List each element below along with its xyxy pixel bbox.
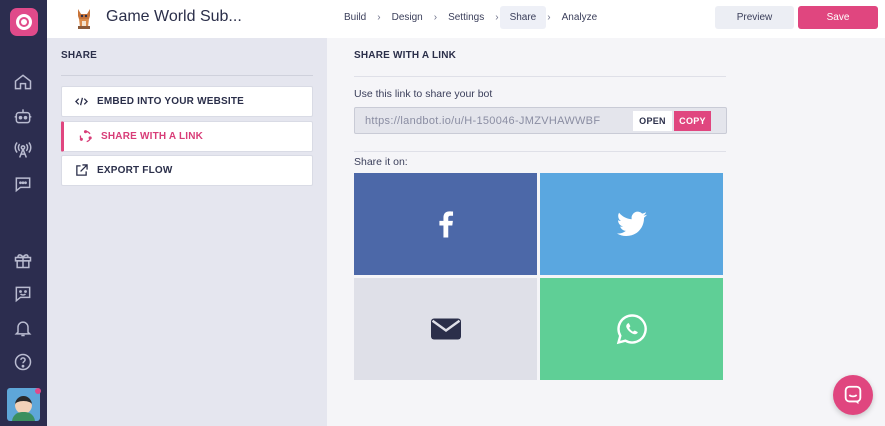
sidebar-item-share-link[interactable]: SHARE WITH A LINK xyxy=(61,121,313,152)
share-whatsapp-button[interactable] xyxy=(540,278,723,380)
bot-icon[interactable] xyxy=(11,104,35,128)
share-link-field: https://landbot.io/u/H-150046-JMZVHAWWBF… xyxy=(354,107,727,134)
preview-button[interactable]: Preview xyxy=(715,6,794,29)
email-icon xyxy=(430,318,461,340)
whatsapp-icon xyxy=(616,314,647,345)
divider xyxy=(354,151,726,152)
copy-button[interactable]: COPY xyxy=(674,111,711,131)
chat-widget-button[interactable] xyxy=(833,375,873,415)
notification-dot xyxy=(35,388,41,394)
share-sidebar: SHARE EMBED INTO YOUR WEBSITE SHARE WITH… xyxy=(47,38,327,426)
gift-icon[interactable] xyxy=(11,248,35,272)
sidebar-item-label: SHARE WITH A LINK xyxy=(101,131,204,142)
facebook-icon xyxy=(438,211,453,238)
home-icon[interactable] xyxy=(11,70,35,94)
share-url-input[interactable]: https://landbot.io/u/H-150046-JMZVHAWWBF xyxy=(365,115,633,127)
sidebar-item-export[interactable]: EXPORT FLOW xyxy=(61,155,313,186)
open-button[interactable]: OPEN xyxy=(633,111,672,131)
top-bar: Game World Sub... Build › Design › Setti… xyxy=(47,0,885,38)
link-label: Use this link to share your bot xyxy=(354,88,493,100)
twitter-icon xyxy=(616,211,647,237)
share-email-button[interactable] xyxy=(354,278,537,380)
divider xyxy=(61,75,313,76)
share-on-label: Share it on: xyxy=(354,156,408,168)
step-build[interactable]: Build xyxy=(334,6,376,29)
logo-icon[interactable] xyxy=(10,8,38,36)
share-twitter-button[interactable] xyxy=(540,173,723,275)
sidebar-item-label: EMBED INTO YOUR WEBSITE xyxy=(97,96,245,107)
bot-name[interactable]: Game World Sub... xyxy=(106,8,242,26)
broadcast-icon[interactable] xyxy=(11,138,35,162)
sidebar-item-label: EXPORT FLOW xyxy=(97,165,173,176)
chevron-right-icon: › xyxy=(495,12,499,23)
chat-icon[interactable] xyxy=(11,172,35,196)
save-button[interactable]: Save xyxy=(798,6,878,29)
chevron-right-icon: › xyxy=(547,12,551,23)
share-link-icon xyxy=(78,130,92,144)
step-design[interactable]: Design xyxy=(382,6,433,29)
step-nav: Build › Design › Settings › Share › Anal… xyxy=(334,5,607,30)
sidebar-title: SHARE xyxy=(61,50,98,61)
step-analyze[interactable]: Analyze xyxy=(552,6,608,29)
sidebar-item-embed[interactable]: EMBED INTO YOUR WEBSITE xyxy=(61,86,313,117)
page-title: SHARE WITH A LINK xyxy=(354,50,457,61)
bell-icon[interactable] xyxy=(11,316,35,340)
feedback-icon[interactable] xyxy=(11,282,35,306)
chat-bubble-icon xyxy=(844,385,862,405)
step-share[interactable]: Share xyxy=(499,6,547,29)
help-icon[interactable] xyxy=(11,350,35,374)
code-icon xyxy=(74,95,88,109)
left-rail xyxy=(0,0,47,426)
chevron-right-icon: › xyxy=(377,12,381,23)
main-panel: SHARE WITH A LINK Use this link to share… xyxy=(327,38,885,426)
external-link-icon xyxy=(74,164,88,178)
bot-avatar-icon xyxy=(74,6,94,30)
share-facebook-button[interactable] xyxy=(354,173,537,275)
divider xyxy=(354,76,726,77)
step-settings[interactable]: Settings xyxy=(438,6,494,29)
